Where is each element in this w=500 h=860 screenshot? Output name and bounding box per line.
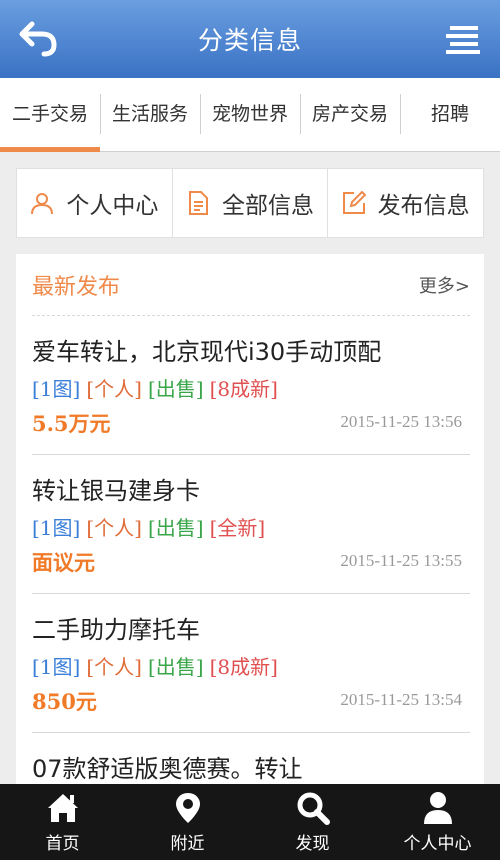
nav-home[interactable]: 首页 bbox=[0, 784, 125, 860]
tag-condition: [8成新] bbox=[209, 655, 278, 679]
latest-heading: 最新发布 bbox=[32, 274, 121, 300]
all-info-button[interactable]: 全部信息 bbox=[171, 169, 328, 237]
nav-home-label: 首页 bbox=[45, 833, 80, 854]
item-tags: [1图] [个人] [出售] [8成新] bbox=[32, 651, 284, 680]
more-link[interactable]: 更多> bbox=[419, 272, 470, 298]
latest-panel: 最新发布 更多> 爱车转让，北京现代i30手动顶配 [1图] [个人] [出售] [8… bbox=[16, 254, 484, 814]
list-item[interactable]: 转让银马建身卡 [1图] [个人] [出售] [全新] 面议元 2015-11-25 … bbox=[32, 455, 470, 594]
tab-real-estate[interactable]: 房产交易 bbox=[300, 78, 400, 152]
nav-profile-label: 个人中心 bbox=[403, 833, 472, 854]
tab-life-services[interactable]: 生活服务 bbox=[100, 78, 200, 152]
document-icon bbox=[189, 191, 208, 215]
post-info-label: 发布信息 bbox=[377, 193, 470, 219]
user-icon bbox=[423, 791, 452, 824]
item-price: 850元 bbox=[32, 689, 97, 714]
location-pin-icon bbox=[175, 792, 200, 823]
nav-discover[interactable]: 发现 bbox=[250, 784, 375, 860]
tab-second-hand[interactable]: 二手交易 bbox=[0, 78, 100, 152]
quick-actions: 个人中心 全部信息 发布信息 bbox=[16, 168, 484, 238]
item-title: 07款舒适版奥德赛。转让 bbox=[32, 755, 303, 783]
latest-header: 最新发布 更多> bbox=[32, 254, 470, 316]
item-tags: [1图] [个人] [出售] [全新] bbox=[32, 512, 271, 541]
bottom-nav: 首页 附近 发现 个人中心 bbox=[0, 784, 500, 860]
item-price: 5.5万元 bbox=[32, 411, 111, 436]
back-arrow-icon[interactable] bbox=[18, 20, 58, 58]
nav-nearby[interactable]: 附近 bbox=[125, 784, 250, 860]
item-title: 二手助力摩托车 bbox=[32, 616, 200, 644]
item-title: 转让银马建身卡 bbox=[32, 477, 200, 505]
tag-type: [出售] bbox=[147, 377, 204, 401]
tag-images: [1图] bbox=[32, 655, 81, 679]
page-title: 分类信息 bbox=[197, 26, 302, 55]
top-bar: 分类信息 bbox=[0, 0, 500, 78]
item-price: 面议元 bbox=[32, 550, 95, 575]
tab-jobs[interactable]: 招聘 bbox=[400, 78, 500, 152]
nav-nearby-label: 附近 bbox=[170, 833, 205, 854]
list-item[interactable]: 爱车转让，北京现代i30手动顶配 [1图] [个人] [出售] [8成新] 5.5万元… bbox=[32, 316, 470, 455]
tag-condition: [全新] bbox=[209, 516, 266, 540]
personal-center-button[interactable]: 个人中心 bbox=[17, 169, 172, 237]
tag-images: [1图] bbox=[32, 377, 81, 401]
home-icon bbox=[47, 793, 78, 822]
search-icon bbox=[297, 792, 330, 825]
item-date: 2015-11-25 13:56 bbox=[340, 412, 462, 431]
item-title: 爱车转让，北京现代i30手动顶配 bbox=[32, 338, 382, 366]
menu-icon[interactable] bbox=[446, 24, 480, 54]
tab-pets[interactable]: 宠物世界 bbox=[200, 78, 300, 152]
list-item[interactable]: 二手助力摩托车 [1图] [个人] [出售] [8成新] 850元 2015-11-2… bbox=[32, 594, 470, 733]
tag-seller: [个人] bbox=[86, 516, 142, 540]
tag-seller: [个人] bbox=[86, 655, 142, 679]
nav-profile[interactable]: 个人中心 bbox=[375, 784, 500, 860]
tag-type: [出售] bbox=[147, 655, 204, 679]
item-tags: [1图] [个人] [出售] [8成新] bbox=[32, 373, 284, 402]
tag-type: [出售] bbox=[147, 516, 204, 540]
item-date: 2015-11-25 13:54 bbox=[340, 690, 462, 709]
tag-seller: [个人] bbox=[86, 377, 142, 401]
personal-center-label: 个人中心 bbox=[66, 193, 159, 219]
category-tabs: 二手交易 生活服务 宠物世界 房产交易 招聘 bbox=[0, 78, 500, 152]
post-info-button[interactable]: 发布信息 bbox=[327, 169, 483, 237]
tag-condition: [8成新] bbox=[209, 377, 278, 401]
item-date: 2015-11-25 13:55 bbox=[340, 551, 462, 570]
all-info-label: 全部信息 bbox=[222, 193, 314, 219]
nav-discover-label: 发现 bbox=[295, 833, 330, 854]
user-icon bbox=[31, 193, 54, 215]
edit-icon bbox=[342, 191, 366, 214]
tag-images: [1图] bbox=[32, 516, 81, 540]
